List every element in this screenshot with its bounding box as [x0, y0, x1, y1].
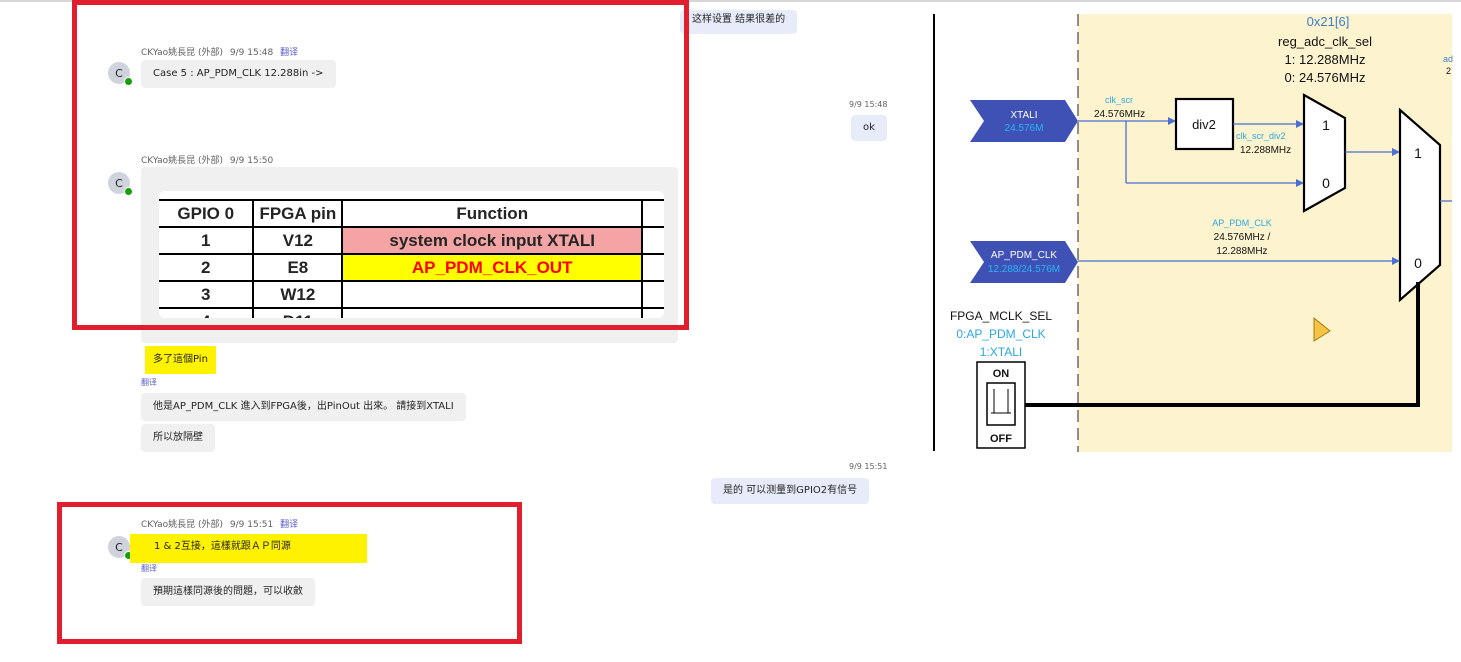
fpga-sel-option-1: 1:XTALI: [980, 345, 1022, 359]
translate-link[interactable]: 翻译: [141, 377, 157, 388]
mux-input-label: 1: [1322, 117, 1330, 133]
xtali-frequency: 24.576M: [1005, 123, 1044, 134]
div2-label: div2: [1192, 117, 1216, 132]
message-text: 是的 可以测量到GPIO2有信号: [723, 485, 858, 496]
switch-slot: [986, 382, 1016, 426]
mux-input-label: 1: [1414, 145, 1422, 161]
reg-address: 0x21[6]: [1307, 14, 1350, 29]
message-text: 所以放隔壁: [153, 432, 203, 443]
ap-pdm-frequency: 12.288/24.576M: [988, 264, 1060, 275]
ap-pdm-wire-frequency: 24.576MHz /: [1214, 232, 1271, 243]
ap-pdm-wire-label: AP_PDM_CLK: [1212, 218, 1272, 228]
reg-name: reg_adc_clk_sel: [1278, 34, 1372, 49]
message-text: 多了這個Pin: [153, 354, 208, 365]
annotation-box: [57, 502, 522, 644]
own-message-bubble[interactable]: 这样设置 结果很差的: [680, 10, 798, 34]
ap-pdm-label: AP_PDM_CLK: [991, 250, 1057, 261]
reg-option-1: 1: 12.288MHz: [1285, 52, 1366, 67]
mux-input-label: 0: [1414, 255, 1422, 271]
switch-off-label: OFF: [990, 433, 1012, 445]
fpga-sel-label: FPGA_MCLK_SEL: [950, 309, 1052, 323]
reg-option-0: 0: 24.576MHz: [1285, 70, 1366, 85]
fpga-sel-option-0: 0:AP_PDM_CLK: [956, 327, 1045, 341]
message-bubble[interactable]: 他是AP_PDM_CLK 進入到FPGA後，出PinOut 出來。 請接到XTA…: [141, 393, 466, 421]
own-message-bubble[interactable]: ok: [851, 115, 887, 141]
switch-on-label: ON: [993, 368, 1010, 380]
clipped-label: ad: [1443, 54, 1453, 64]
clock-diagram: 0x21[6] reg_adc_clk_sel 1: 12.288MHz 0: …: [950, 14, 1453, 452]
annotation-box: [72, 0, 689, 330]
clk-scr-label: clk_scr: [1105, 95, 1133, 105]
clk-scr-div2-frequency: 12.288MHz: [1240, 145, 1291, 156]
mux-input-label: 0: [1322, 175, 1330, 191]
message-bubble[interactable]: 所以放隔壁: [141, 424, 215, 452]
highlighted-message[interactable]: 多了這個Pin: [145, 346, 216, 374]
message-text: 他是AP_PDM_CLK 進入到FPGA後，出PinOut 出來。 請接到XTA…: [153, 401, 454, 412]
own-message-bubble[interactable]: 是的 可以测量到GPIO2有信号: [711, 478, 870, 504]
message-time: 9/9 15:48: [849, 100, 888, 109]
mux-2: [1398, 107, 1442, 303]
message-text: 这样设置 结果很差的: [692, 14, 786, 25]
clk-scr-div2-label: clk_scr_div2: [1236, 131, 1286, 141]
xtali-label: XTALI: [1010, 110, 1037, 121]
clk-scr-frequency: 24.576MHz: [1094, 109, 1145, 120]
message-time: 9/9 15:51: [849, 462, 888, 471]
message-text: ok: [863, 122, 875, 133]
ap-pdm-input-tag: [970, 241, 1078, 283]
clipped-label: 2: [1446, 66, 1451, 76]
ap-pdm-wire-frequency: 12.288MHz: [1216, 246, 1267, 257]
xtali-input-tag: [970, 100, 1078, 142]
